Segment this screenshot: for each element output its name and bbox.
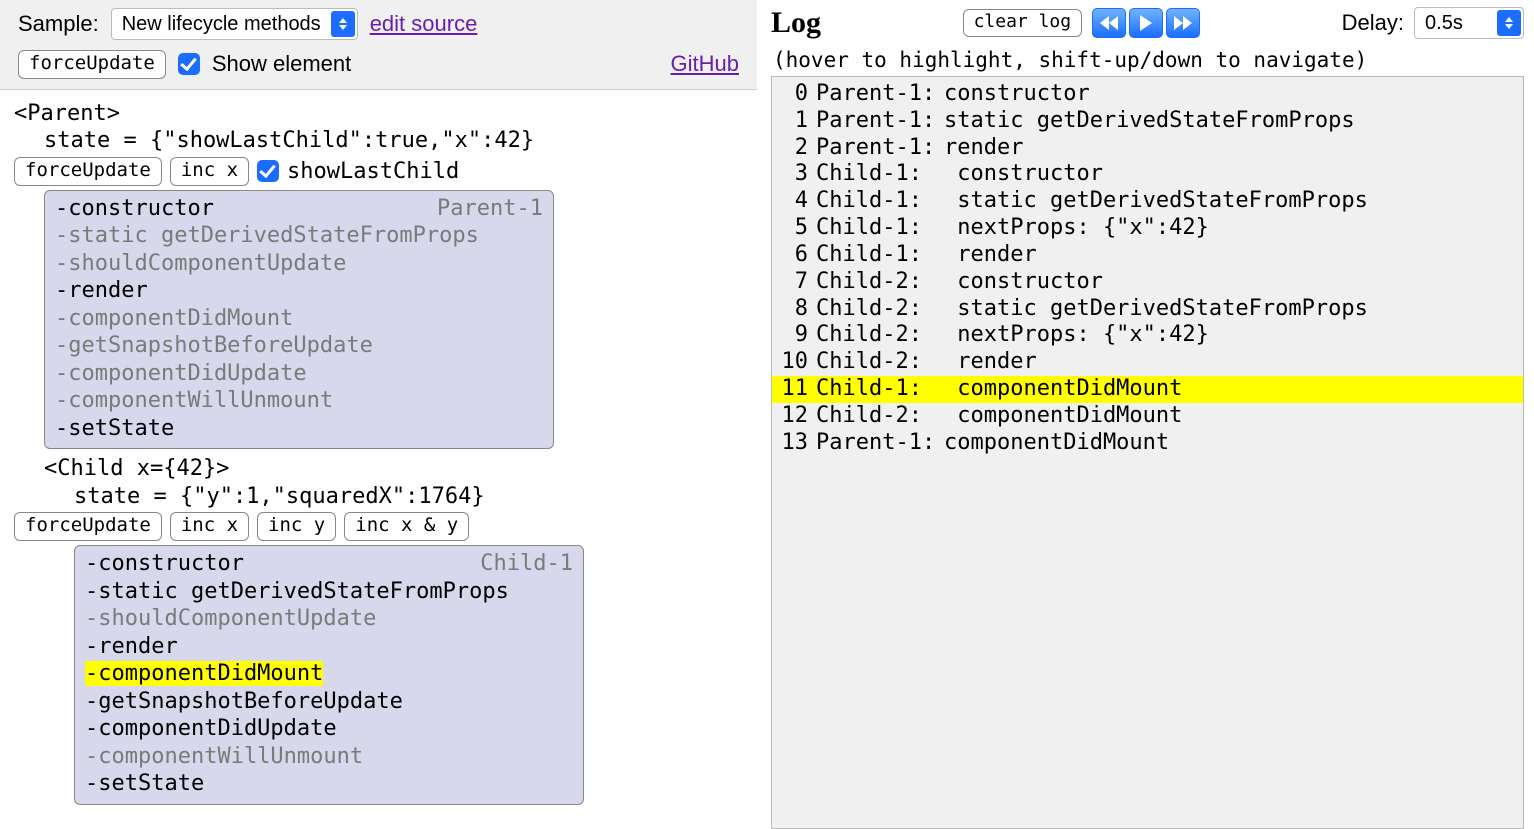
show-last-child-label: showLastChild xyxy=(287,158,459,186)
lifecycle-method[interactable]: -static getDerivedStateFromProps xyxy=(85,578,573,606)
log-row[interactable]: 1Parent-1:static getDerivedStateFromProp… xyxy=(772,108,1523,135)
log-row[interactable]: 13Parent-1:componentDidMount xyxy=(772,430,1523,457)
clear-log-button[interactable]: clear log xyxy=(963,9,1083,37)
log-row[interactable]: 5Child-1: nextProps: {"x":42} xyxy=(772,215,1523,242)
lifecycle-method[interactable]: -shouldComponentUpdate xyxy=(85,605,573,633)
lifecycle-method[interactable]: -componentDidUpdate xyxy=(55,360,543,388)
log-row[interactable]: 12Child-2: componentDidMount xyxy=(772,403,1523,430)
parent-state: state = {"showLastChild":true,"x":42} xyxy=(44,127,743,155)
child-state: state = {"y":1,"squaredX":1764} xyxy=(74,483,743,511)
log-row[interactable]: 10Child-2: render xyxy=(772,349,1523,376)
component-tree: <Parent> state = {"showLastChild":true,"… xyxy=(0,90,757,815)
lifecycle-method[interactable]: -render xyxy=(55,277,543,305)
delay-label: Delay: xyxy=(1342,10,1404,36)
toolbar: Sample: New lifecycle methods edit sourc… xyxy=(0,0,757,90)
sample-select[interactable]: New lifecycle methods xyxy=(111,8,358,40)
child-inc-x-button[interactable]: inc x xyxy=(170,512,249,541)
child-tag: <Child x={42}> xyxy=(44,455,743,483)
lifecycle-method[interactable]: -static getDerivedStateFromProps xyxy=(55,222,543,250)
log-row[interactable]: 0Parent-1:constructor xyxy=(772,81,1523,108)
chevron-updown-icon xyxy=(1497,10,1521,36)
force-update-button[interactable]: forceUpdate xyxy=(18,50,166,79)
lifecycle-method[interactable]: -componentDidMount xyxy=(55,305,543,333)
sample-label: Sample: xyxy=(18,11,99,37)
log-row[interactable]: 7Child-2: constructor xyxy=(772,269,1523,296)
parent-lifecycle-box: Parent-1 -constructor-static getDerivedS… xyxy=(44,190,554,450)
child-inc-y-button[interactable]: inc y xyxy=(257,512,336,541)
log-hint: (hover to highlight, shift-up/down to na… xyxy=(773,48,1524,72)
show-last-child-checkbox[interactable] xyxy=(257,160,279,182)
lifecycle-method[interactable]: -setState xyxy=(55,415,543,443)
lifecycle-method[interactable]: -componentDidMount xyxy=(85,660,573,688)
child-lifecycle-box: Child-1 -constructor-static getDerivedSt… xyxy=(74,545,584,805)
show-element-checkbox[interactable] xyxy=(178,53,200,75)
log-row[interactable]: 8Child-2: static getDerivedStateFromProp… xyxy=(772,296,1523,323)
lifecycle-method[interactable]: -setState xyxy=(85,770,573,798)
delay-select-value: 0.5s xyxy=(1425,12,1463,35)
child-force-update-button[interactable]: forceUpdate xyxy=(14,512,162,541)
log-row[interactable]: 9Child-2: nextProps: {"x":42} xyxy=(772,322,1523,349)
github-link[interactable]: GitHub xyxy=(671,51,739,77)
lifecycle-method[interactable]: -componentWillUnmount xyxy=(85,743,573,771)
log-row[interactable]: 2Parent-1:render xyxy=(772,135,1523,162)
chevron-updown-icon xyxy=(331,11,355,37)
lifecycle-method[interactable]: -componentDidUpdate xyxy=(85,715,573,743)
log-list[interactable]: 0Parent-1:constructor1Parent-1:static ge… xyxy=(771,76,1524,829)
log-row[interactable]: 11Child-1: componentDidMount xyxy=(772,376,1523,403)
show-element-label: Show element xyxy=(212,51,351,77)
delay-select[interactable]: 0.5s xyxy=(1414,7,1524,39)
log-header: Log clear log Delay: 0.5s xyxy=(771,6,1524,40)
log-row[interactable]: 3Child-1: constructor xyxy=(772,161,1523,188)
forward-button[interactable] xyxy=(1166,8,1200,38)
lifecycle-method[interactable]: -componentWillUnmount xyxy=(55,387,543,415)
log-row[interactable]: 4Child-1: static getDerivedStateFromProp… xyxy=(772,188,1523,215)
lifecycle-method[interactable]: -shouldComponentUpdate xyxy=(55,250,543,278)
parent-inc-x-button[interactable]: inc x xyxy=(170,157,249,186)
child-box-tag: Child-1 xyxy=(480,550,573,578)
lifecycle-method[interactable]: -getSnapshotBeforeUpdate xyxy=(55,332,543,360)
parent-tag: <Parent> xyxy=(14,100,743,128)
play-button[interactable] xyxy=(1129,8,1163,38)
sample-select-value: New lifecycle methods xyxy=(122,13,321,36)
lifecycle-method[interactable]: -render xyxy=(85,633,573,661)
parent-box-tag: Parent-1 xyxy=(437,195,543,223)
log-title: Log xyxy=(771,6,821,40)
lifecycle-method[interactable]: -getSnapshotBeforeUpdate xyxy=(85,688,573,716)
log-row[interactable]: 6Child-1: render xyxy=(772,242,1523,269)
parent-force-update-button[interactable]: forceUpdate xyxy=(14,157,162,186)
edit-source-link[interactable]: edit source xyxy=(370,11,478,37)
child-inc-xy-button[interactable]: inc x & y xyxy=(344,512,469,541)
rewind-button[interactable] xyxy=(1092,8,1126,38)
